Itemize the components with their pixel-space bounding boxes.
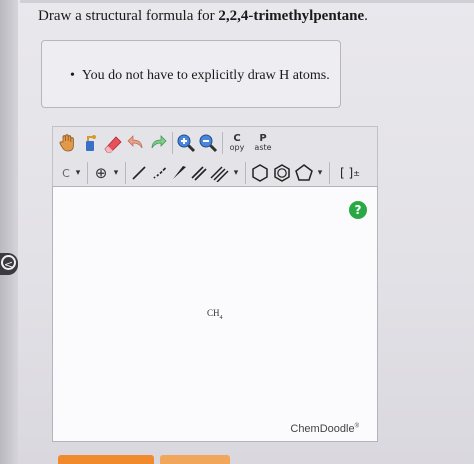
paste-label-top: P bbox=[259, 133, 267, 144]
lasso-icon bbox=[86, 135, 96, 151]
undo-button[interactable] bbox=[125, 130, 147, 156]
toolbar-separator bbox=[172, 132, 173, 154]
charge-button[interactable]: ⊕ bbox=[91, 160, 111, 186]
zoom-out-button[interactable] bbox=[197, 130, 219, 156]
copy-button[interactable]: C opy bbox=[225, 130, 249, 156]
help-button[interactable]: ? bbox=[349, 201, 367, 219]
zoom-out-icon bbox=[199, 134, 218, 153]
atom-dropdown-arrow[interactable]: ▾ bbox=[73, 160, 83, 186]
paste-label-bottom: aste bbox=[254, 143, 272, 152]
zoom-in-button[interactable] bbox=[175, 130, 197, 156]
brand-name: ChemDoodle bbox=[290, 423, 355, 435]
cyclopentane-button[interactable] bbox=[293, 160, 315, 186]
triple-bond-icon bbox=[210, 166, 229, 182]
paste-button[interactable]: P aste bbox=[251, 130, 275, 156]
triple-bond-button[interactable] bbox=[209, 160, 231, 186]
redo-icon bbox=[151, 135, 167, 149]
charge-dropdown-arrow[interactable]: ▾ bbox=[111, 160, 121, 186]
hand-tool-button[interactable] bbox=[57, 130, 79, 156]
toolbar-separator bbox=[125, 162, 126, 184]
compound-name: 2,2,4-trimethylpentane bbox=[218, 8, 365, 24]
hint-text: You do not have to explicitly draw H ato… bbox=[81, 68, 330, 83]
brackets-label: [ ] bbox=[340, 166, 354, 180]
top-divider bbox=[20, 0, 474, 3]
question-suffix: . bbox=[364, 8, 368, 24]
molecule-subscript: 4 bbox=[219, 314, 223, 321]
eraser-tool-button[interactable] bbox=[101, 130, 125, 156]
undo-icon bbox=[127, 135, 143, 149]
drawing-canvas[interactable]: ? CH4 ChemDoodle® bbox=[52, 186, 378, 442]
hand-icon bbox=[59, 134, 74, 152]
hexagon-icon bbox=[252, 164, 268, 182]
hashed-bond-button[interactable] bbox=[149, 160, 169, 186]
lasso-tool-button[interactable] bbox=[79, 130, 101, 156]
secondary-button-partial[interactable] bbox=[160, 455, 230, 464]
wedge-bond-icon bbox=[173, 166, 186, 179]
benzene-icon bbox=[274, 164, 290, 182]
methane-label[interactable]: CH4 bbox=[207, 308, 223, 321]
brand-mark: ® bbox=[354, 423, 359, 430]
chevron-left-icon[interactable]: < bbox=[1, 255, 16, 271]
single-bond-button[interactable] bbox=[129, 160, 149, 186]
ring-dropdown-arrow[interactable]: ▾ bbox=[315, 160, 325, 186]
toolbar-separator bbox=[87, 162, 88, 184]
hashed-bond-icon bbox=[153, 167, 167, 179]
single-bond-icon bbox=[132, 166, 146, 180]
brackets-charge: ± bbox=[353, 168, 360, 178]
chemdoodle-brand: ChemDoodle® bbox=[290, 423, 359, 435]
benzene-button[interactable] bbox=[271, 160, 293, 186]
collapse-tab[interactable]: < bbox=[0, 253, 18, 275]
toolbar-separator bbox=[245, 162, 246, 184]
hint-box: • You do not have to explicitly draw H a… bbox=[41, 40, 341, 108]
bullet-icon: • bbox=[70, 68, 75, 83]
double-bond-icon bbox=[191, 166, 207, 181]
pentagon-icon bbox=[295, 164, 313, 181]
wedge-bond-button[interactable] bbox=[169, 160, 189, 186]
hint-item: • You do not have to explicitly draw H a… bbox=[70, 68, 330, 84]
copy-label-bottom: opy bbox=[229, 143, 245, 152]
submit-button-partial[interactable] bbox=[58, 455, 154, 464]
chemdoodle-toolbar: C opy P aste C ▾ ⊕ ▾ ▾ ▾ [] ± bbox=[52, 126, 378, 188]
bond-dropdown-arrow[interactable]: ▾ bbox=[231, 160, 241, 186]
molecule-formula: CH bbox=[207, 308, 220, 318]
left-panel-edge bbox=[0, 0, 18, 464]
cyclohexane-button[interactable] bbox=[249, 160, 271, 186]
brackets-button[interactable]: [ ] ± bbox=[335, 160, 365, 186]
question-prefix: Draw a structural formula for bbox=[38, 8, 219, 24]
redo-button[interactable] bbox=[147, 130, 169, 156]
question-text: Draw a structural formula for 2,2,4-trim… bbox=[38, 8, 368, 25]
eraser-icon bbox=[104, 136, 122, 153]
zoom-in-icon bbox=[177, 134, 196, 153]
toolbar-separator bbox=[329, 162, 330, 184]
double-bond-button[interactable] bbox=[189, 160, 209, 186]
copy-label-top: C bbox=[233, 133, 241, 144]
toolbar-separator bbox=[222, 132, 223, 154]
